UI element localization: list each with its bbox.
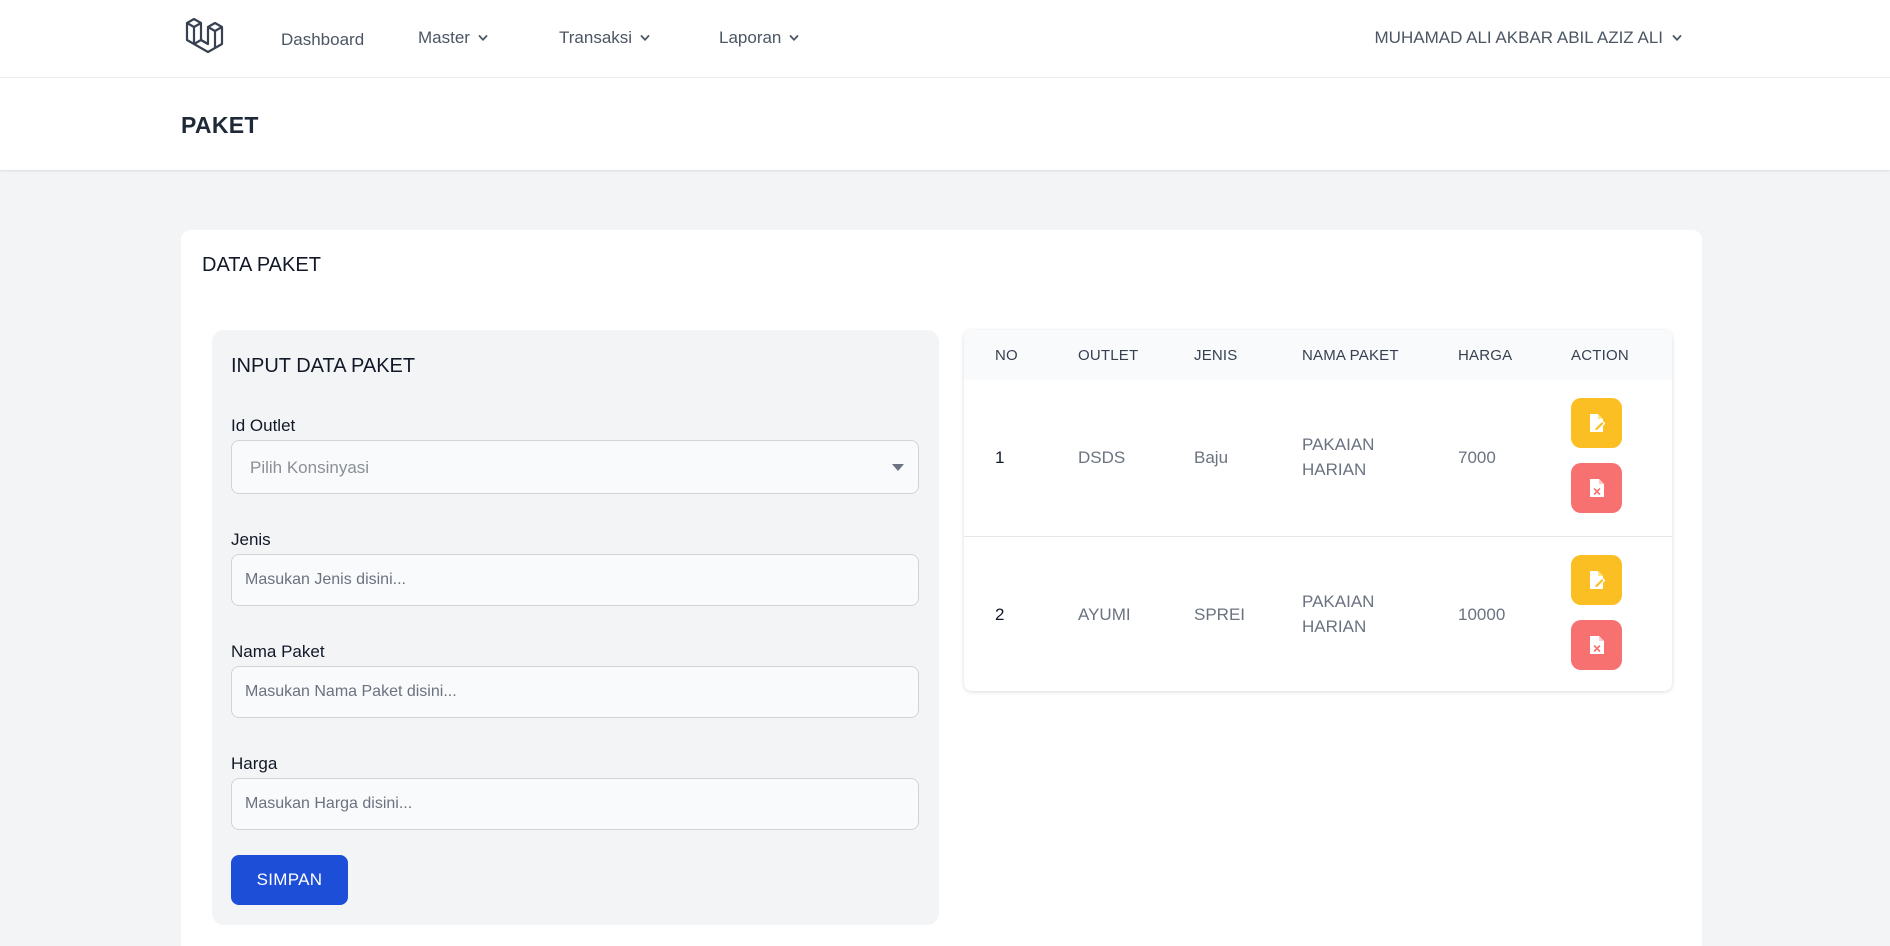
- harga-input[interactable]: [231, 778, 919, 830]
- column-header: JENIS: [1194, 347, 1238, 364]
- cell-nama-paket-line: PAKAIAN: [1302, 435, 1375, 454]
- cell-harga: 7000: [1458, 448, 1496, 467]
- dropdown-arrow-icon: [892, 464, 904, 471]
- column-header: OUTLET: [1078, 347, 1139, 364]
- cell-outlet: AYUMI: [1078, 605, 1131, 624]
- edit-file-icon: [1589, 571, 1605, 589]
- outlet-label: Id Outlet: [231, 416, 296, 435]
- paket-table: NO OUTLET JENIS NAMA PAKET HARGA ACTION …: [964, 330, 1672, 691]
- edit-file-icon: [1589, 414, 1605, 432]
- card-title: DATA PAKET: [202, 254, 321, 276]
- user-name: MUHAMAD ALI AKBAR ABIL AZIZ ALI: [1374, 28, 1663, 47]
- cell-nama-paket-line: HARIAN: [1302, 460, 1367, 479]
- outlet-select[interactable]: Pilih Konsinyasi: [231, 440, 919, 494]
- input-form-panel: INPUT DATA PAKET Id Outlet Pilih Konsiny…: [212, 330, 939, 925]
- edit-button[interactable]: [1571, 398, 1622, 448]
- chevron-down-icon: [789, 35, 799, 41]
- chevron-down-icon: [478, 35, 488, 41]
- nav-dashboard-label: Dashboard: [281, 30, 365, 49]
- nav-transaksi[interactable]: Transaksi: [559, 28, 650, 48]
- page-header: PAKET: [0, 78, 1890, 170]
- nav-transaksi-label: Transaksi: [559, 28, 633, 47]
- cell-harga: 10000: [1458, 605, 1506, 624]
- nav-master-label: Master: [418, 28, 470, 47]
- column-header: NAMA PAKET: [1302, 347, 1399, 364]
- cell-jenis: Baju: [1194, 448, 1229, 467]
- nama-paket-input[interactable]: [231, 666, 919, 718]
- chevron-down-icon: [640, 35, 650, 41]
- nav-master[interactable]: Master: [418, 28, 488, 48]
- nav-dashboard[interactable]: Dashboard: [281, 30, 364, 50]
- cell-no: 1: [995, 448, 1005, 467]
- nav-laporan[interactable]: Laporan: [719, 28, 799, 48]
- delete-file-icon: [1589, 479, 1604, 497]
- cell-nama-paket: PAKAIAN HARIAN: [1302, 432, 1374, 482]
- outlet-select-value: Pilih Konsinyasi: [250, 458, 370, 477]
- delete-button[interactable]: [1571, 463, 1622, 513]
- simpan-button-label: SIMPAN: [256, 870, 323, 889]
- form-title: INPUT DATA PAKET: [231, 355, 416, 377]
- table-row: 1 DSDS Baju PAKAIAN HARIAN 7000: [964, 380, 1672, 536]
- delete-button[interactable]: [1571, 620, 1622, 670]
- simpan-button[interactable]: SIMPAN: [231, 855, 348, 905]
- cell-outlet: DSDS: [1078, 448, 1126, 467]
- cell-nama-paket-line: PAKAIAN: [1302, 592, 1375, 611]
- harga-label: Harga: [231, 754, 278, 773]
- cell-nama-paket: PAKAIAN HARIAN: [1302, 589, 1374, 639]
- jenis-label: Jenis: [231, 530, 271, 549]
- column-header: HARGA: [1458, 347, 1513, 364]
- chevron-down-icon: [1672, 35, 1682, 41]
- user-menu[interactable]: MUHAMAD ALI AKBAR ABIL AZIZ ALI: [1375, 28, 1682, 48]
- nama-paket-label: Nama Paket: [231, 642, 325, 661]
- cell-jenis: SPREI: [1194, 605, 1246, 624]
- page-title: PAKET: [181, 112, 259, 138]
- cell-no: 2: [995, 605, 1005, 624]
- data-paket-card: DATA PAKET INPUT DATA PAKET Id Outlet Pi…: [181, 230, 1702, 946]
- nav-laporan-label: Laporan: [719, 28, 782, 47]
- table-header-row: NO OUTLET JENIS NAMA PAKET HARGA ACTION: [964, 330, 1672, 380]
- jenis-input[interactable]: [231, 554, 919, 606]
- edit-button[interactable]: [1571, 555, 1622, 605]
- column-header: NO: [995, 347, 1018, 364]
- app-logo-icon[interactable]: [184, 17, 228, 60]
- top-navbar: Dashboard Master Transaksi Laporan MUHAM…: [0, 0, 1890, 78]
- table-row: 2 AYUMI SPREI PAKAIAN HARIAN 10000: [964, 536, 1672, 691]
- delete-file-icon: [1589, 636, 1604, 654]
- column-header: ACTION: [1571, 347, 1629, 364]
- cell-nama-paket-line: HARIAN: [1302, 617, 1367, 636]
